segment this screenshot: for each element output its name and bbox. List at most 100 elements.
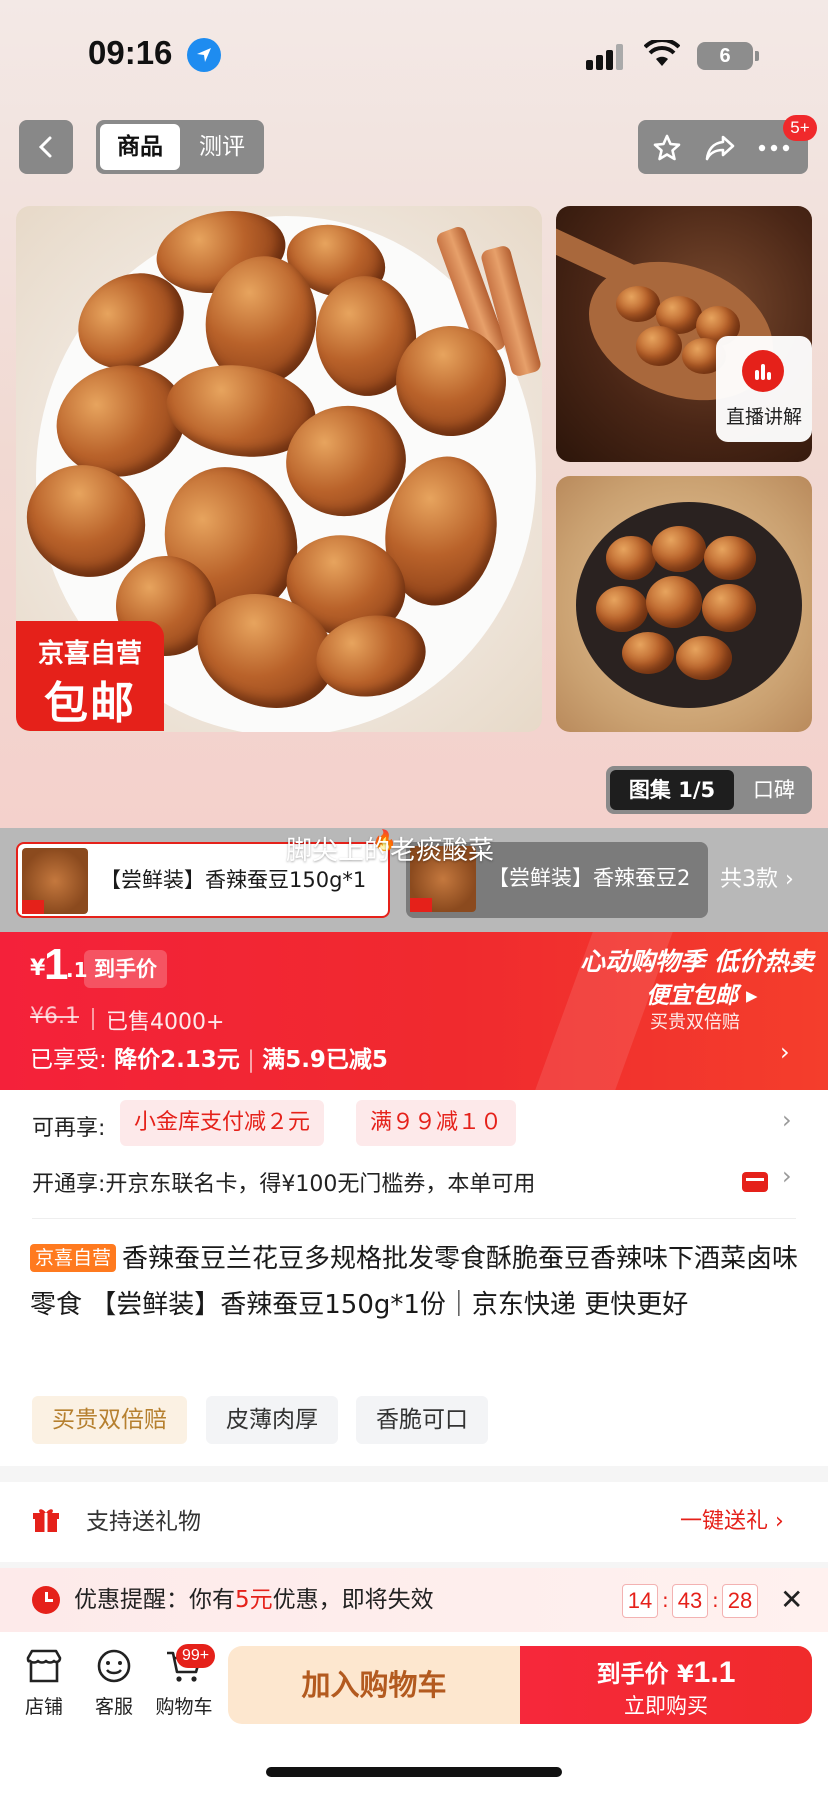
sku-more-link[interactable]: 共3款 › bbox=[720, 842, 794, 918]
tag-line-2: 包邮 bbox=[44, 678, 136, 729]
threshold-discount: 满5.9已减5 bbox=[262, 1047, 388, 1073]
bean bbox=[636, 326, 682, 366]
product-thumb-bowl[interactable] bbox=[556, 476, 812, 732]
countdown-minutes: 43 bbox=[672, 1584, 708, 1618]
product-review-switch: 商品 测评 bbox=[96, 120, 264, 174]
sold-count: 已售4000+ bbox=[106, 1010, 225, 1035]
service-tab[interactable]: 客服 bbox=[84, 1648, 144, 1719]
back-button[interactable] bbox=[19, 120, 73, 174]
buy-now-button[interactable]: 到手价 ¥1.1 立即购买 bbox=[520, 1646, 812, 1724]
status-bar: 09:16 6 bbox=[0, 0, 828, 110]
service-tab-label: 客服 bbox=[94, 1696, 133, 1718]
original-price: ¥6.1 bbox=[30, 1004, 79, 1029]
gift-icon bbox=[33, 1509, 59, 1532]
cart-tab-label: 购物车 bbox=[155, 1696, 213, 1718]
bean bbox=[622, 632, 674, 674]
bean bbox=[676, 636, 732, 680]
gallery-switch: 图集 1/5 口碑 bbox=[606, 766, 812, 814]
bean bbox=[646, 576, 702, 628]
send-gift-link[interactable]: 一键送礼 › bbox=[680, 1482, 784, 1562]
countdown-separator: : bbox=[662, 1588, 669, 1612]
reminder-amount: 5元 bbox=[235, 1587, 273, 1613]
price-banner: ¥ 1 .1 到手价 ¥6.1 已售4000+ 已享受: 降价2.13元 | 满… bbox=[0, 932, 828, 1090]
applied-discounts[interactable]: 已享受: 降价2.13元 | 满5.9已减5 bbox=[30, 1040, 388, 1074]
bean bbox=[704, 536, 756, 580]
tab-review[interactable]: 测评 bbox=[184, 124, 260, 170]
reminder-prefix: 优惠提醒：你有 bbox=[74, 1587, 235, 1613]
tag-line-1: 京喜自营 bbox=[37, 639, 142, 669]
gift-row[interactable]: 支持送礼物 一键送礼 › bbox=[0, 1482, 828, 1562]
cellular-signal-icon bbox=[586, 44, 628, 70]
countdown-separator: : bbox=[712, 1588, 719, 1612]
sku-thumbnail bbox=[22, 848, 88, 914]
final-price-tag: 到手价 bbox=[84, 950, 167, 988]
chevron-right-icon[interactable]: › bbox=[782, 1106, 792, 1134]
tab-product[interactable]: 商品 bbox=[100, 124, 180, 170]
bean bbox=[606, 536, 656, 580]
star-icon[interactable] bbox=[652, 133, 682, 163]
coupon-chip[interactable]: 小金库支付减２元 bbox=[120, 1100, 325, 1146]
bean bbox=[702, 584, 756, 632]
sku-count: 共3款 bbox=[720, 867, 778, 892]
buy-now-label: 立即购买 bbox=[624, 1694, 708, 1718]
feature-chip: 香脆可口 bbox=[356, 1396, 488, 1444]
buy-price-prefix: 到手价 ¥ bbox=[596, 1660, 694, 1688]
gift-support-label: 支持送礼物 bbox=[86, 1509, 201, 1535]
bean bbox=[652, 526, 706, 572]
battery-indicator: 6 bbox=[697, 42, 759, 70]
message-badge: 5+ bbox=[783, 115, 817, 141]
live-bars-icon bbox=[742, 350, 784, 392]
store-icon bbox=[26, 1649, 62, 1683]
divider bbox=[32, 1218, 796, 1219]
more-offers-label: 可再享: bbox=[32, 1116, 106, 1141]
close-icon[interactable]: ✕ bbox=[780, 1584, 803, 1616]
promo-free-shipping-link[interactable]: 便宜包邮 ▸ bbox=[646, 976, 758, 1010]
coupon-reminder-bar[interactable]: 优惠提醒：你有5元优惠，即将失效 14 : 43 : 28 ✕ bbox=[0, 1568, 828, 1632]
add-to-cart-button[interactable]: 加入购物车 bbox=[228, 1646, 520, 1724]
share-icon[interactable] bbox=[704, 133, 736, 163]
tab-gallery[interactable]: 图集 1/5 bbox=[610, 770, 734, 810]
promo-price-guarantee: 买贵双倍赔 bbox=[650, 1012, 740, 1033]
store-tab-label: 店铺 bbox=[24, 1696, 63, 1718]
wifi-icon bbox=[643, 37, 681, 72]
store-tab[interactable]: 店铺 bbox=[14, 1648, 74, 1719]
chevron-left-icon bbox=[38, 136, 52, 158]
divider bbox=[92, 1008, 94, 1030]
customer-service-icon bbox=[97, 1649, 131, 1683]
live-danmaku-comment: 脚尖上的老痰酸菜 bbox=[286, 836, 495, 866]
reminder-suffix: 优惠，即将失效 bbox=[272, 1587, 434, 1613]
countdown-seconds: 28 bbox=[722, 1584, 758, 1618]
feature-chip[interactable]: 买贵双倍赔 bbox=[32, 1396, 187, 1444]
buy-price-line: 到手价 ¥1.1 bbox=[520, 1654, 812, 1690]
coupon-chip[interactable]: 满９９减１０ bbox=[356, 1100, 517, 1146]
jingxi-badge: 京喜自营 bbox=[30, 1244, 117, 1272]
live-explain-label: 直播讲解 bbox=[725, 406, 802, 428]
reminder-text: 优惠提醒：你有5元优惠，即将失效 bbox=[74, 1568, 434, 1632]
clock-icon bbox=[32, 1586, 60, 1614]
countdown-hours: 14 bbox=[622, 1584, 658, 1618]
chevron-right-icon[interactable]: › bbox=[780, 1038, 790, 1066]
feature-chip: 皮薄肉厚 bbox=[206, 1396, 338, 1444]
price-drop: 降价2.13元 bbox=[114, 1047, 240, 1073]
status-time: 09:16 bbox=[88, 34, 173, 71]
battery-level: 6 bbox=[719, 45, 731, 67]
cart-count-badge: 99+ bbox=[176, 1644, 216, 1668]
card-offer-text[interactable]: 开通享:开京东联名卡，得¥100无门槛券，本单可用 bbox=[32, 1166, 535, 1198]
live-explain-button[interactable]: 直播讲解 bbox=[716, 336, 812, 442]
price-integer: 1 bbox=[44, 940, 69, 989]
promo-campaign-title: 心动购物季 低价热卖 bbox=[580, 947, 814, 976]
jingxi-free-shipping-tag: 京喜自营 包邮 bbox=[16, 621, 164, 731]
product-title: 京喜自营 香辣蚕豆兰花豆多规格批发零食酥脆蚕豆香辣味下酒菜卤味零食 【尝鲜装】香辣… bbox=[30, 1236, 800, 1328]
product-info-card: 可再享: 小金库支付减２元 满９９减１０ › 开通享:开京东联名卡，得¥100无… bbox=[0, 1090, 828, 1466]
bean bbox=[596, 586, 648, 632]
more-dots-icon[interactable] bbox=[758, 144, 790, 152]
chevron-right-icon[interactable]: › bbox=[782, 1162, 792, 1190]
applied-label: 已享受: bbox=[30, 1047, 107, 1073]
bean bbox=[616, 286, 660, 322]
home-indicator bbox=[266, 1767, 562, 1777]
credit-card-icon bbox=[742, 1172, 768, 1192]
location-arrow-icon bbox=[187, 38, 221, 72]
sku-option-label: 【尝鲜装】香辣蚕豆2 bbox=[488, 866, 691, 890]
tab-reputation[interactable]: 口碑 bbox=[736, 770, 812, 810]
product-title-text: 香辣蚕豆兰花豆多规格批发零食酥脆蚕豆香辣味下酒菜卤味零食 【尝鲜装】香辣蚕豆15… bbox=[30, 1244, 799, 1320]
